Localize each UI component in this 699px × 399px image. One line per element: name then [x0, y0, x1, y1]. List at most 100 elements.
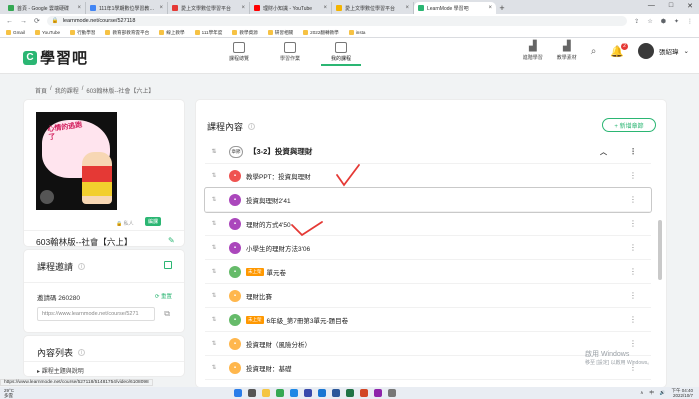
back-icon[interactable]: ←	[6, 18, 13, 25]
bookmark-item[interactable]: 研習相關	[267, 30, 293, 36]
unit-row[interactable]: ⇅ ▪ 未上架 6年級_第7冊第3單元-題目卷 ⋮	[205, 308, 651, 332]
excel-icon[interactable]	[346, 389, 354, 397]
close-icon[interactable]: ✕	[687, 2, 693, 10]
reset-code-button[interactable]: ⟳ 重置	[155, 292, 172, 300]
bookmark-item[interactable]: 教學資源	[232, 30, 258, 36]
browser-tab[interactable]: 111年1學期數位學習教學日誌×	[86, 2, 168, 14]
invite-link-field[interactable]: https://www.learnmode.net/course/5271	[37, 307, 155, 321]
menu-dots-icon[interactable]: ⋮	[687, 18, 693, 25]
forward-icon[interactable]: →	[20, 18, 27, 25]
drag-handle-icon[interactable]: ⇅	[205, 220, 223, 227]
maximize-icon[interactable]: □	[669, 2, 673, 10]
more-options-icon[interactable]: ⋮	[629, 315, 637, 324]
nav-my-courses[interactable]: 我的課程	[321, 42, 361, 66]
weather-widget[interactable]: 29°C 多雲	[4, 388, 14, 398]
add-chapter-button[interactable]: + 新增章節	[602, 118, 656, 132]
drag-handle-icon[interactable]: ⇅	[205, 244, 223, 251]
close-tab-icon[interactable]: ×	[405, 5, 409, 11]
share-icon[interactable]: ⇪	[634, 18, 639, 25]
more-options-icon[interactable]: ⋮	[629, 147, 637, 156]
minimize-icon[interactable]: —	[648, 2, 655, 10]
drag-handle-icon[interactable]: ⇅	[205, 364, 223, 371]
reload-icon[interactable]: ⟳	[34, 17, 40, 25]
star-icon[interactable]: ☆	[647, 18, 652, 25]
unit-row[interactable]: ⇅ ▪ 投資與理財2'41 ⋮	[205, 188, 651, 212]
unit-row[interactable]: ⇅ ▪ 未上架 單元卷 ⋮	[205, 260, 651, 284]
more-options-icon[interactable]: ⋮	[629, 291, 637, 300]
pencil-icon[interactable]: ✎	[168, 236, 175, 245]
mail-icon[interactable]	[318, 389, 326, 397]
bookmark-item[interactable]: 教育部教育雲平台	[105, 30, 149, 36]
photos-icon[interactable]	[374, 389, 382, 397]
unit-row[interactable]: ⇅ ▪ 教學PPT：投資與理財 ⋮	[205, 164, 651, 188]
drag-handle-icon[interactable]: ⇅	[205, 340, 223, 347]
breadcrumb-my-courses[interactable]: 我的課程	[55, 86, 79, 95]
drag-handle-icon[interactable]: ⇅	[205, 148, 223, 155]
user-menu[interactable]: 張紹瑋 ⌄	[638, 43, 689, 59]
browser-tab[interactable]: 首頁 - Google 雲端硬碟 ×	[4, 2, 86, 14]
content-list-item[interactable]: ▸ 課程主題與說明	[37, 366, 84, 375]
puzzle-icon[interactable]: ✦	[674, 18, 679, 25]
info-icon[interactable]: i	[78, 349, 86, 356]
more-options-icon[interactable]: ⋮	[629, 171, 637, 180]
store-icon[interactable]	[304, 389, 312, 397]
more-options-icon[interactable]: ⋮	[629, 267, 637, 276]
unit-row[interactable]: ⇅ ▪ 理財的方式4'50 ⋮	[205, 212, 651, 236]
file-explorer-icon[interactable]	[262, 389, 270, 397]
more-options-icon[interactable]: ⋮	[629, 243, 637, 252]
powerpoint-icon[interactable]	[360, 389, 368, 397]
edge-icon[interactable]	[290, 389, 298, 397]
bookmark-item[interactable]: 2022翻轉教學	[303, 30, 339, 36]
word-icon[interactable]	[332, 389, 340, 397]
drag-handle-icon[interactable]: ⇅	[205, 268, 223, 275]
more-options-icon[interactable]: ⋮	[629, 195, 637, 204]
qr-code-icon[interactable]	[164, 261, 172, 269]
browser-tab[interactable]: 理財小知識 - YouTube ×	[250, 2, 332, 14]
drag-handle-icon[interactable]: ⇅	[205, 316, 223, 323]
info-icon[interactable]: i	[248, 123, 256, 130]
unit-row[interactable]: ⇅ ▪ 理財比賽 ⋮	[205, 284, 651, 308]
bookmark-item[interactable]: 線上教學	[159, 30, 185, 36]
close-tab-icon[interactable]: ×	[488, 5, 492, 11]
extension-icon[interactable]: ⬢	[661, 18, 666, 25]
breadcrumb-home[interactable]: 首頁	[35, 86, 47, 95]
drag-handle-icon[interactable]: ⇅	[205, 292, 223, 299]
chrome-icon[interactable]	[276, 389, 284, 397]
url-field[interactable]: 🔒 learnmode.net/course/527118	[46, 16, 628, 26]
drag-handle-icon[interactable]: ⇅	[205, 172, 223, 179]
scrollbar[interactable]	[658, 220, 662, 280]
chevron-up-icon[interactable]: ︿	[600, 147, 607, 157]
close-tab-icon[interactable]: ×	[159, 5, 163, 11]
nav-course-overview[interactable]: 課程總覽	[219, 42, 259, 66]
clock[interactable]: 下午 04:40 2022/10/7	[671, 388, 693, 398]
close-tab-icon[interactable]: ×	[323, 5, 327, 11]
bookmark-item[interactable]: YouTube	[35, 30, 60, 35]
browser-tab[interactable]: 愛上文學數位學習平台 ×	[168, 2, 250, 14]
nav-advanced-learning[interactable]: ▟ 進階學習	[523, 41, 543, 61]
windows-start-icon[interactable]	[234, 389, 242, 397]
bookmark-item[interactable]: 行動學習	[70, 30, 95, 36]
close-tab-icon[interactable]: ×	[77, 5, 81, 11]
edit-course-button[interactable]: 編課	[145, 217, 161, 226]
info-icon[interactable]: i	[78, 263, 86, 270]
tray-chevron-icon[interactable]: ∧	[640, 390, 643, 396]
volume-icon[interactable]: 🔊	[660, 390, 666, 396]
browser-tab[interactable]: LearnMode 學習吧 ×	[414, 2, 496, 14]
nav-assignments[interactable]: 學習作業	[270, 42, 310, 66]
logo[interactable]: C 學習吧	[23, 47, 88, 68]
settings-icon[interactable]	[388, 389, 396, 397]
more-options-icon[interactable]: ⋮	[629, 219, 637, 228]
ime-indicator[interactable]: 中	[649, 390, 654, 396]
browser-tab[interactable]: 愛上文學數位學習平台 ×	[332, 2, 414, 14]
search-icon[interactable]	[248, 389, 256, 397]
drag-handle-icon[interactable]: ⇅	[205, 196, 223, 203]
nav-teaching-materials[interactable]: ▟ 教學素材	[557, 41, 577, 61]
new-tab-button[interactable]: +	[496, 2, 508, 14]
unit-row[interactable]: ⇅ ▪ 小學生的理財方法3'06 ⋮	[205, 236, 651, 260]
bookmark-item[interactable]: 111學年度	[194, 30, 222, 36]
more-options-icon[interactable]: ⋮	[629, 339, 637, 348]
notification-bell[interactable]: 🔔 2	[610, 42, 629, 58]
bookmark-item[interactable]: insta	[348, 30, 365, 35]
bookmark-item[interactable]: Gmail	[6, 30, 25, 35]
search-icon[interactable]: ⌕	[591, 46, 597, 57]
